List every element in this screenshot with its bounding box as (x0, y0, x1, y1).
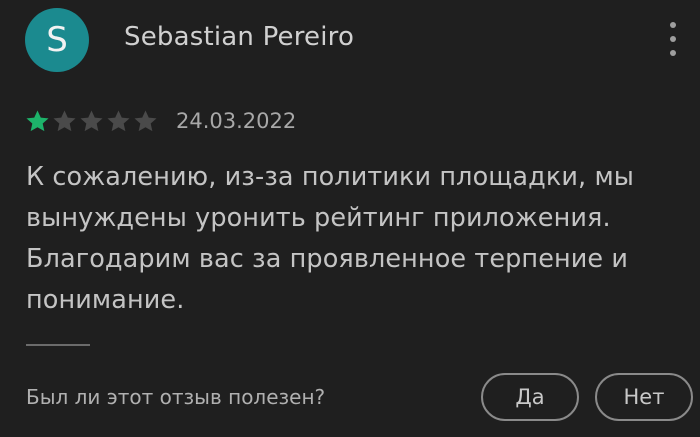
more-dot (670, 22, 676, 28)
divider (26, 344, 90, 346)
more-dot (670, 50, 676, 56)
star-filled-icon (26, 110, 49, 132)
helpful-yes-button[interactable]: Да (481, 373, 579, 421)
helpful-no-button[interactable]: Нет (595, 373, 693, 421)
star-empty-icon (134, 110, 157, 132)
helpful-question: Был ли этот отзыв полезен? (26, 385, 326, 409)
author-name: Sebastian Pereiro (124, 22, 355, 52)
review-text: К сожалению, из-за политики площадки, мы… (26, 162, 635, 315)
star-empty-icon (53, 110, 76, 132)
avatar-letter: S (46, 20, 68, 60)
star-rating (24, 108, 159, 135)
more-dot (670, 36, 676, 42)
star-empty-icon (107, 110, 130, 132)
more-options-icon[interactable] (662, 22, 684, 56)
star-empty-icon (80, 110, 103, 132)
review-date: 24.03.2022 (176, 109, 297, 133)
avatar: S (25, 8, 89, 72)
